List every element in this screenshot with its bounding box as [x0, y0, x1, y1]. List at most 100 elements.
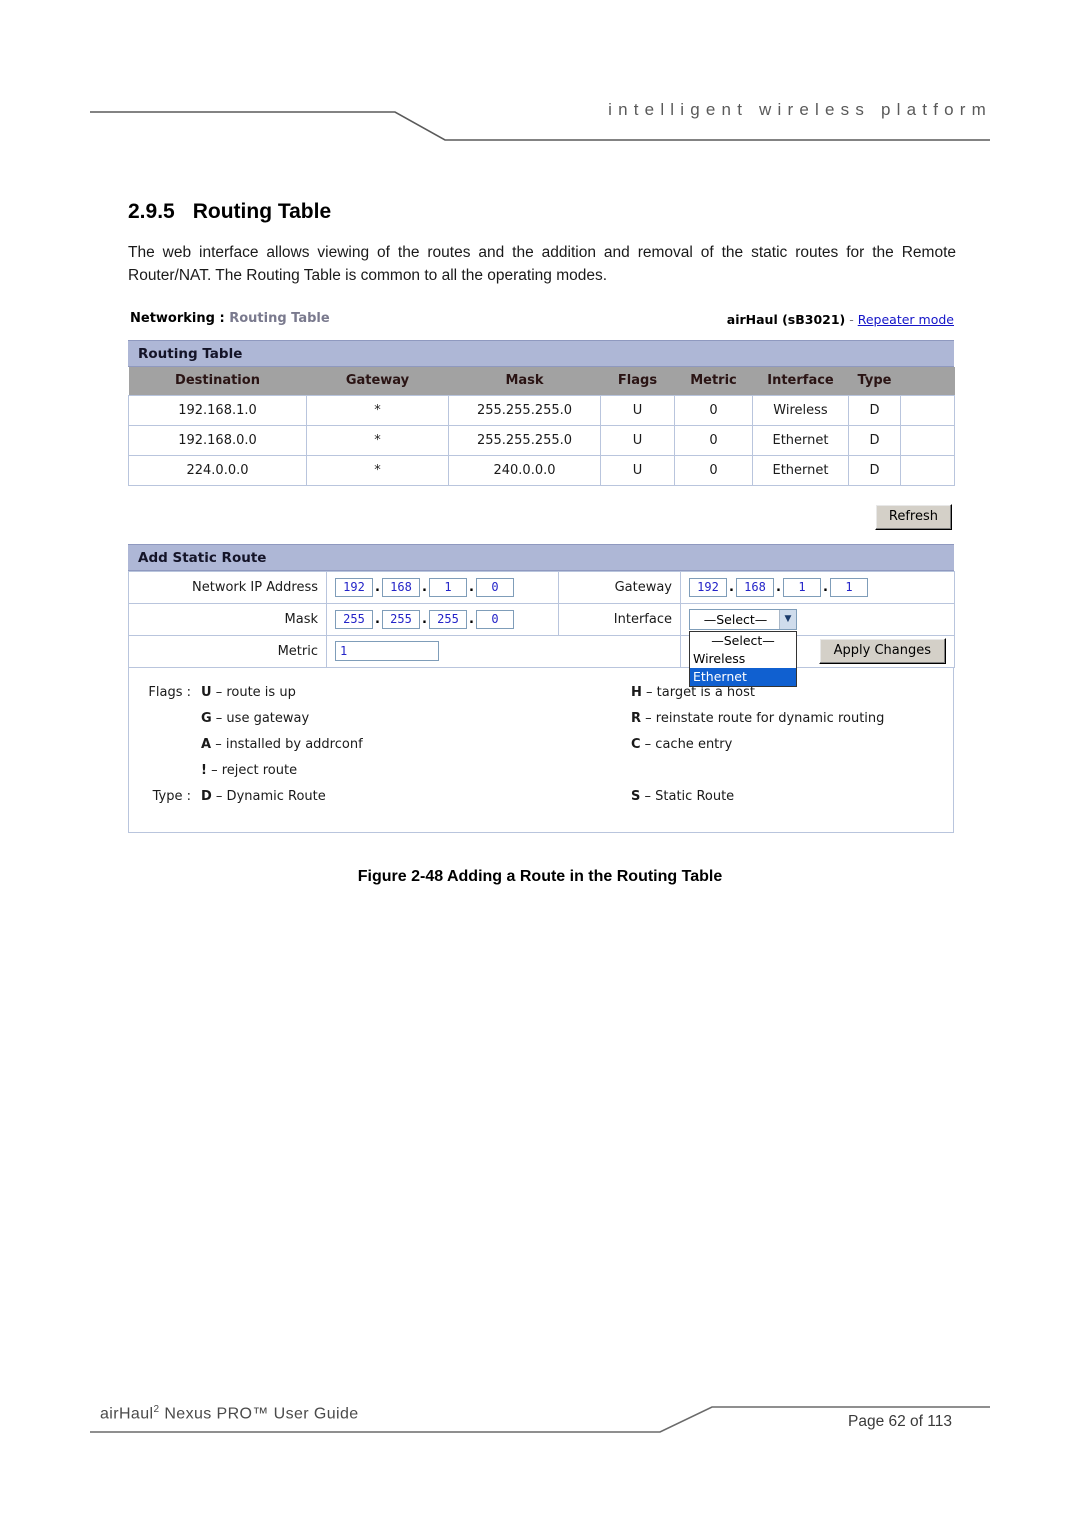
add-static-route-panel: Add Static Route Network IP Address 192.…	[128, 543, 955, 687]
legend-item-a: A – installed by addrconf	[201, 737, 631, 752]
table-row: 224.0.0.0 * 240.0.0.0 U 0 Ethernet D	[128, 455, 955, 486]
cell-destination: 224.0.0.0	[128, 455, 307, 486]
breadcrumb-separator: :	[214, 311, 230, 326]
mask-octet-4[interactable]: 0	[476, 609, 514, 629]
form-row-network-ip: Network IP Address 192. 168. 1. 0 Gateway 1…	[128, 570, 955, 604]
footer-document-title: airHaul2 Nexus PRO™ User Guide	[100, 1404, 359, 1423]
ip-dot: .	[729, 579, 734, 595]
cell-interface: Ethernet	[752, 425, 849, 456]
figure-caption: Figure 2-48 Adding a Route in the Routin…	[357, 868, 723, 885]
ip-dot: .	[422, 579, 427, 595]
interface-label: Interface	[558, 603, 681, 636]
legend-desc-g: – use gateway	[211, 711, 310, 726]
routing-table: Destination Gateway Mask Flags Metric In…	[128, 367, 955, 486]
table-row: 192.168.0.0 * 255.255.255.0 U 0 Ethernet…	[128, 425, 955, 456]
legend-row-a: A – installed by addrconf C – cache entr…	[129, 732, 953, 758]
legend-desc-a: – installed by addrconf	[211, 737, 363, 752]
section-paragraph: The web interface allows viewing of the …	[128, 244, 956, 284]
cell-gateway: *	[306, 394, 449, 426]
apply-changes-button[interactable]: Apply Changes	[818, 638, 946, 664]
mask-label: Mask	[128, 603, 327, 636]
ip-dot: .	[375, 611, 380, 627]
legend-row-g: G – use gateway R – reinstate route for …	[129, 706, 953, 732]
cell-action[interactable]	[900, 455, 955, 486]
gateway-label: Gateway	[558, 570, 681, 604]
cell-action[interactable]	[900, 394, 955, 426]
interface-select-dropdown: —Select— Wireless Ethernet	[689, 630, 797, 687]
gateway-octet-4[interactable]: 1	[830, 577, 868, 597]
cell-action[interactable]	[900, 425, 955, 456]
page-title: 2.9.5 Routing Table	[128, 200, 331, 224]
network-ip-octet-4[interactable]: 0	[476, 577, 514, 597]
section-number: 2.9.5	[128, 200, 175, 223]
metric-field-cell: 1	[326, 635, 559, 668]
legend-code-u: U	[201, 685, 212, 700]
legend-desc-d: – Dynamic Route	[211, 789, 326, 804]
ip-dot: .	[422, 611, 427, 627]
refresh-button-row: Refresh	[128, 486, 954, 544]
metric-input[interactable]: 1	[335, 641, 439, 661]
refresh-button[interactable]: Refresh	[874, 503, 952, 530]
cell-type: D	[848, 455, 901, 486]
interface-option-wireless[interactable]: Wireless	[690, 650, 796, 668]
device-dash: -	[845, 312, 858, 327]
network-ip-field-group: 192. 168. 1. 0	[326, 570, 559, 604]
column-header-metric: Metric	[674, 367, 753, 395]
legend-item-c: C – cache entry	[631, 737, 732, 752]
mask-octet-3[interactable]: 255	[429, 609, 467, 629]
legend-row-u: Flags : U – route is up H – target is a …	[129, 680, 953, 706]
cell-metric: 0	[674, 425, 753, 456]
legend-code-d: D	[201, 789, 212, 804]
cell-gateway: *	[306, 425, 449, 456]
column-header-action	[900, 367, 955, 395]
cell-mask: 255.255.255.0	[448, 394, 601, 426]
network-ip-octet-1[interactable]: 192	[335, 577, 373, 597]
gateway-octet-2[interactable]: 168	[736, 577, 774, 597]
column-header-destination: Destination	[128, 367, 307, 395]
chevron-down-icon[interactable]: ▼	[779, 609, 796, 629]
mask-octet-2[interactable]: 255	[382, 609, 420, 629]
breadcrumb-root[interactable]: Networking	[130, 311, 215, 326]
ip-dot: .	[776, 579, 781, 595]
operating-mode-link[interactable]: Repeater mode	[858, 312, 954, 327]
cell-type: D	[848, 425, 901, 456]
legend-flags-key: Flags :	[148, 685, 191, 700]
legend-row-type: Type : D – Dynamic Route S – Static Rout…	[129, 784, 953, 810]
legend-desc-reject: – reject route	[206, 763, 298, 778]
interface-option-ethernet[interactable]: Ethernet	[690, 667, 796, 686]
column-header-interface: Interface	[752, 367, 849, 395]
gateway-octet-3[interactable]: 1	[783, 577, 821, 597]
legend-desc-r: – reinstate route for dynamic routing	[641, 711, 885, 726]
network-ip-octet-2[interactable]: 168	[382, 577, 420, 597]
legend-item-r: R – reinstate route for dynamic routing	[631, 711, 884, 726]
legend-row-reject: ! – reject route	[129, 758, 953, 784]
footer-page-number: Page 62 of 113	[848, 1413, 952, 1430]
interface-option-select[interactable]: —Select—	[690, 632, 796, 650]
legend-item-reject: ! – reject route	[201, 763, 631, 778]
interface-select-host: —Select— ▼ —Select— Wireless Ethernet	[689, 608, 797, 687]
legend-code-c: C	[631, 737, 641, 752]
cell-type: D	[848, 394, 901, 426]
table-header-row: Destination Gateway Mask Flags Metric In…	[128, 367, 955, 395]
cell-destination: 192.168.0.0	[128, 425, 307, 456]
cell-mask: 255.255.255.0	[448, 425, 601, 456]
ip-dot: .	[375, 579, 380, 595]
cell-metric: 0	[674, 455, 753, 486]
legend-code-r: R	[631, 711, 642, 726]
footer-title-pre: airHaul	[100, 1405, 154, 1423]
legend-code-a: A	[201, 737, 212, 752]
interface-select[interactable]: —Select— ▼	[689, 608, 797, 630]
device-name: airHaul (sB3021)	[726, 312, 846, 327]
breadcrumb: Networking : Routing Table	[130, 311, 330, 326]
cell-metric: 0	[674, 394, 753, 426]
gateway-octet-1[interactable]: 192	[689, 577, 727, 597]
network-ip-label: Network IP Address	[128, 570, 327, 604]
form-row-mask-interface: Mask 255. 255. 255. 0 Interface —Select— ▼	[128, 603, 955, 687]
network-ip-octet-3[interactable]: 1	[429, 577, 467, 597]
mask-octet-1[interactable]: 255	[335, 609, 373, 629]
cell-gateway: *	[306, 455, 449, 486]
cell-flags: U	[600, 425, 675, 456]
routing-table-screenshot: Networking : Routing Table airHaul (sB30…	[128, 308, 955, 833]
ip-dot: .	[469, 579, 474, 595]
legend-item-u: U – route is up	[201, 685, 631, 700]
